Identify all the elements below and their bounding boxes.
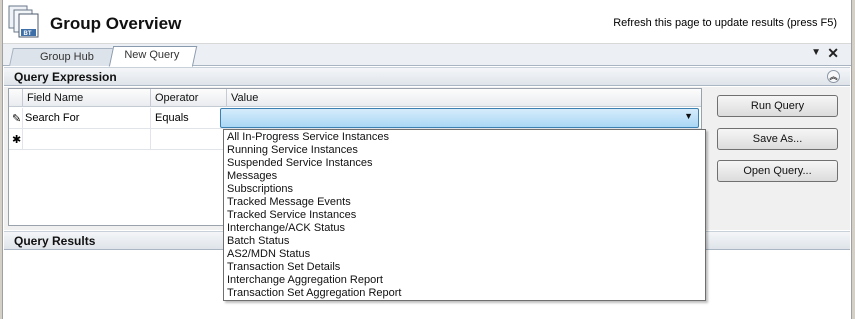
query-expression-title: Query Expression <box>14 70 117 84</box>
dropdown-option[interactable]: Subscriptions <box>224 183 705 196</box>
close-icon[interactable]: ✕ <box>827 45 839 62</box>
tab-strip: Group Hub New Query ▼ ✕ <box>3 44 851 67</box>
svg-text:BT: BT <box>24 31 32 37</box>
pin-dropdown-icon[interactable]: ▼ <box>811 47 821 58</box>
group-overview-icon: BT <box>8 5 39 38</box>
tab-group-hub-label: Group Hub <box>40 51 94 63</box>
query-results-title: Query Results <box>14 234 96 248</box>
dropdown-option[interactable]: All In-Progress Service Instances <box>224 131 705 144</box>
chevron-down-icon[interactable]: ▼ <box>684 111 693 121</box>
refresh-hint: Refresh this page to update results (pre… <box>613 17 837 29</box>
collapse-icon[interactable]: ︽ <box>827 70 840 83</box>
query-expression-header: Query Expression ︽ <box>4 67 850 86</box>
dropdown-option[interactable]: AS2/MDN Status <box>224 248 705 261</box>
row-header-corner <box>9 89 23 107</box>
dropdown-option[interactable]: Suspended Service Instances <box>224 157 705 170</box>
page-title: Group Overview <box>50 14 182 33</box>
field-name-cell[interactable]: Search For <box>23 108 151 128</box>
dropdown-option[interactable]: Interchange/ACK Status <box>224 222 705 235</box>
open-query-button[interactable]: Open Query... <box>717 160 838 182</box>
dropdown-option[interactable]: Transaction Set Details <box>224 261 705 274</box>
run-query-button[interactable]: Run Query <box>717 95 838 117</box>
value-combobox[interactable]: ▼ <box>220 108 699 128</box>
window-frame-right <box>851 0 855 319</box>
tab-new-query-label: New Query <box>124 49 180 61</box>
tab-group-hub[interactable]: Group Hub <box>9 48 115 66</box>
column-header-operator[interactable]: Operator <box>151 89 227 107</box>
column-header-field-name[interactable]: Field Name <box>23 89 151 107</box>
edit-row-icon: ✎ <box>9 108 23 128</box>
dropdown-option[interactable]: Transaction Set Aggregation Report <box>224 287 705 300</box>
dropdown-option[interactable]: Tracked Message Events <box>224 196 705 209</box>
dropdown-option[interactable]: Running Service Instances <box>224 144 705 157</box>
dropdown-option[interactable]: Tracked Service Instances <box>224 209 705 222</box>
dropdown-option[interactable]: Interchange Aggregation Report <box>224 274 705 287</box>
grid-header: Field Name Operator Value <box>9 89 701 107</box>
dropdown-option[interactable]: Messages <box>224 170 705 183</box>
operator-cell[interactable] <box>151 129 227 149</box>
value-dropdown-list: All In-Progress Service Instances Runnin… <box>223 129 706 301</box>
dropdown-option[interactable]: Batch Status <box>224 235 705 248</box>
save-as-button[interactable]: Save As... <box>717 128 838 150</box>
operator-cell[interactable]: Equals <box>151 108 227 128</box>
tab-new-query[interactable]: New Query <box>108 46 198 67</box>
page-header: BT Group Overview Refresh this page to u… <box>3 0 851 44</box>
new-row-icon: ✱ <box>9 129 23 149</box>
column-header-value[interactable]: Value <box>227 89 703 107</box>
field-name-cell[interactable] <box>23 129 151 149</box>
